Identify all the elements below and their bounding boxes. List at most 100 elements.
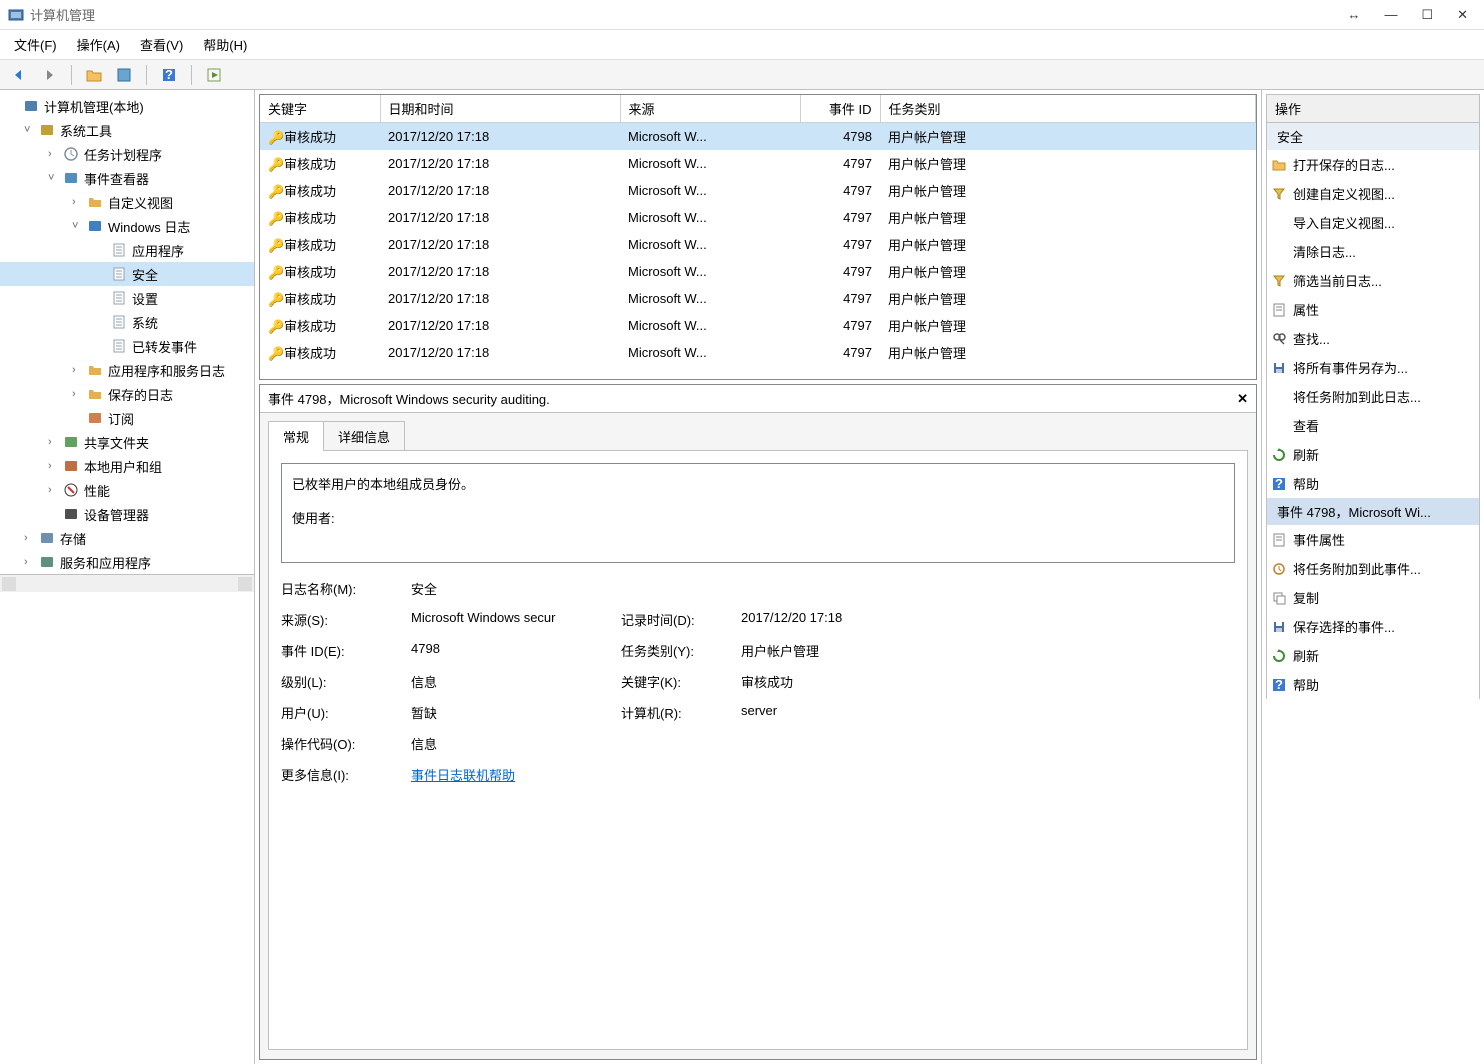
help-button[interactable]: ? (158, 64, 180, 86)
tree-node-icon (86, 386, 104, 402)
event-row[interactable]: 🔑审核成功2017/12/20 17:18Microsoft W...4797用… (260, 231, 1256, 258)
tree-item[interactable]: ›性能 (0, 478, 254, 502)
tree-toggle-icon[interactable]: ˅ (72, 220, 86, 232)
action-item[interactable]: 将任务附加到此日志... (1266, 382, 1480, 411)
col-eventid[interactable]: 事件 ID (800, 95, 880, 123)
action-item[interactable]: 刷新 (1266, 440, 1480, 469)
action-item[interactable]: 清除日志... (1266, 237, 1480, 266)
event-row[interactable]: 🔑审核成功2017/12/20 17:18Microsoft W...4797用… (260, 285, 1256, 312)
action-label: 将所有事件另存为... (1293, 358, 1408, 377)
refresh-icon (1271, 648, 1287, 664)
tree-toggle-icon[interactable]: › (48, 148, 62, 160)
event-row[interactable]: 🔑审核成功2017/12/20 17:18Microsoft W...4797用… (260, 312, 1256, 339)
maximize-button[interactable]: ☐ (1421, 7, 1433, 23)
tree-item[interactable]: ˅事件查看器 (0, 166, 254, 190)
tree-toggle-icon[interactable]: › (24, 532, 38, 544)
value-logged: 2017/12/20 17:18 (741, 610, 1235, 629)
key-icon: 🔑 (268, 292, 284, 308)
properties-button[interactable] (113, 64, 135, 86)
col-category[interactable]: 任务类别 (880, 95, 1256, 123)
event-grid[interactable]: 关键字 日期和时间 来源 事件 ID 任务类别 🔑审核成功2017/12/20 … (259, 94, 1257, 380)
tree-node-icon (38, 530, 56, 546)
tree-item[interactable]: ˅Windows 日志 (0, 214, 254, 238)
tab-details[interactable]: 详细信息 (323, 421, 405, 451)
action-item[interactable]: 打开保存的日志... (1266, 150, 1480, 179)
resize-handle-icon[interactable]: ↔ (1347, 7, 1360, 23)
tree-toggle-icon[interactable]: › (48, 484, 62, 496)
tree-toggle-icon[interactable]: › (72, 364, 86, 376)
tree-item[interactable]: 已转发事件 (0, 334, 254, 358)
tree-item[interactable]: ›服务和应用程序 (0, 550, 254, 574)
tree-item[interactable]: 计算机管理(本地) (0, 94, 254, 118)
event-row[interactable]: 🔑审核成功2017/12/20 17:18Microsoft W...4797用… (260, 339, 1256, 366)
action-button[interactable] (203, 64, 225, 86)
close-button[interactable]: ✕ (1457, 7, 1468, 23)
tree-toggle-icon[interactable]: › (72, 196, 86, 208)
tree-item[interactable]: 订阅 (0, 406, 254, 430)
tree-item[interactable]: › 任务计划程序 (0, 142, 254, 166)
tree-item[interactable]: ›应用程序和服务日志 (0, 358, 254, 382)
back-button[interactable] (8, 64, 30, 86)
key-icon: 🔑 (268, 319, 284, 335)
action-item[interactable]: ?帮助 (1266, 670, 1480, 699)
tree-toggle-icon[interactable]: › (48, 436, 62, 448)
tree-toggle-icon[interactable]: › (24, 556, 38, 568)
event-row[interactable]: 🔑审核成功2017/12/20 17:18Microsoft W...4797用… (260, 258, 1256, 285)
tree-item[interactable]: 系统 (0, 310, 254, 334)
link-online-help[interactable]: 事件日志联机帮助 (411, 768, 515, 783)
event-row[interactable]: 🔑审核成功2017/12/20 17:18Microsoft W...4797用… (260, 150, 1256, 177)
tree-item[interactable]: 设置 (0, 286, 254, 310)
tree-item[interactable]: ›保存的日志 (0, 382, 254, 406)
tree-item[interactable]: ›本地用户和组 (0, 454, 254, 478)
action-item[interactable]: ?帮助 (1266, 469, 1480, 498)
tree-scrollbar[interactable] (0, 574, 254, 592)
tree-label: 任务计划程序 (84, 145, 162, 164)
tree-toggle-icon[interactable]: › (72, 388, 86, 400)
action-item[interactable]: 属性 (1266, 295, 1480, 324)
tree-item[interactable]: ›存储 (0, 526, 254, 550)
label-logged: 记录时间(D): (621, 610, 741, 629)
col-datetime[interactable]: 日期和时间 (380, 95, 620, 123)
action-item[interactable]: 事件属性 (1266, 525, 1480, 554)
menu-action[interactable]: 操作(A) (77, 35, 120, 54)
filter-icon (1271, 186, 1287, 202)
tab-general[interactable]: 常规 (268, 421, 324, 451)
col-source[interactable]: 来源 (620, 95, 800, 123)
find-icon (1271, 331, 1287, 347)
menu-help[interactable]: 帮助(H) (203, 35, 247, 54)
action-item[interactable]: 查找... (1266, 324, 1480, 353)
tree-toggle-icon[interactable]: ˅ (24, 124, 38, 136)
tree-item[interactable]: 应用程序 (0, 238, 254, 262)
action-item[interactable]: 筛选当前日志... (1266, 266, 1480, 295)
tree-toggle-icon[interactable]: › (48, 460, 62, 472)
event-row[interactable]: 🔑审核成功2017/12/20 17:18Microsoft W...4797用… (260, 204, 1256, 231)
value-opcode: 信息 (411, 734, 621, 753)
action-item[interactable]: 将所有事件另存为... (1266, 353, 1480, 382)
event-description[interactable]: 已枚举用户的本地组成员身份。 使用者: (281, 463, 1235, 563)
action-item[interactable]: 导入自定义视图... (1266, 208, 1480, 237)
action-item[interactable]: 查看 (1266, 411, 1480, 440)
action-item[interactable]: 创建自定义视图... (1266, 179, 1480, 208)
tree-toggle-icon[interactable]: ˅ (48, 172, 62, 184)
action-label: 查找... (1293, 329, 1330, 348)
event-row[interactable]: 🔑审核成功2017/12/20 17:18Microsoft W...4797用… (260, 177, 1256, 204)
tree-item[interactable]: ›共享文件夹 (0, 430, 254, 454)
menu-view[interactable]: 查看(V) (140, 35, 183, 54)
action-item[interactable]: 刷新 (1266, 641, 1480, 670)
tree-item[interactable]: 设备管理器 (0, 502, 254, 526)
props-icon (1271, 302, 1287, 318)
action-item[interactable]: 保存选择的事件... (1266, 612, 1480, 641)
folder-button[interactable] (83, 64, 105, 86)
action-item[interactable]: 复制 (1266, 583, 1480, 612)
col-keyword[interactable]: 关键字 (260, 95, 380, 123)
event-row[interactable]: 🔑审核成功2017/12/20 17:18Microsoft W...4798用… (260, 123, 1256, 151)
forward-button[interactable] (38, 64, 60, 86)
minimize-button[interactable]: — (1384, 7, 1397, 23)
action-item[interactable]: 将任务附加到此事件... (1266, 554, 1480, 583)
tree-item[interactable]: ˅系统工具 (0, 118, 254, 142)
menu-file[interactable]: 文件(F) (14, 35, 57, 54)
tree-item[interactable]: 安全 (0, 262, 254, 286)
detail-close-button[interactable]: ✕ (1237, 391, 1248, 407)
tree-item[interactable]: ›自定义视图 (0, 190, 254, 214)
tree-node-icon (110, 314, 128, 330)
